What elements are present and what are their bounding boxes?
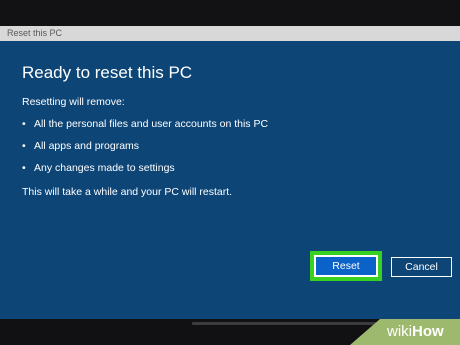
list-item: • Any changes made to settings xyxy=(22,162,268,184)
intro-text: Resetting will remove: xyxy=(22,96,125,108)
bullet-icon: • xyxy=(22,118,26,130)
screen-top-edge xyxy=(0,0,460,26)
list-item-text: All the personal files and user accounts… xyxy=(34,118,269,130)
window-title: Reset this PC xyxy=(7,28,63,38)
dialog-heading: Ready to reset this PC xyxy=(22,63,193,82)
bullet-icon: • xyxy=(22,140,26,152)
removal-list: • All the personal files and user accoun… xyxy=(22,118,268,184)
list-item-text: All apps and programs xyxy=(34,140,140,152)
blurred-caption xyxy=(192,322,392,325)
reset-button[interactable]: Reset xyxy=(314,255,378,277)
list-item: • All apps and programs xyxy=(22,140,268,162)
bullet-icon: • xyxy=(22,162,26,174)
title-bar: Reset this PC xyxy=(0,26,460,41)
watermark-logo: wikiHow xyxy=(387,323,444,340)
watermark-suffix: How xyxy=(412,323,444,340)
cancel-button[interactable]: Cancel xyxy=(391,257,452,277)
list-item: • All the personal files and user accoun… xyxy=(22,118,268,140)
list-item-text: Any changes made to settings xyxy=(34,162,175,174)
restart-note: This will take a while and your PC will … xyxy=(22,186,233,198)
watermark-prefix: wiki xyxy=(387,323,412,340)
